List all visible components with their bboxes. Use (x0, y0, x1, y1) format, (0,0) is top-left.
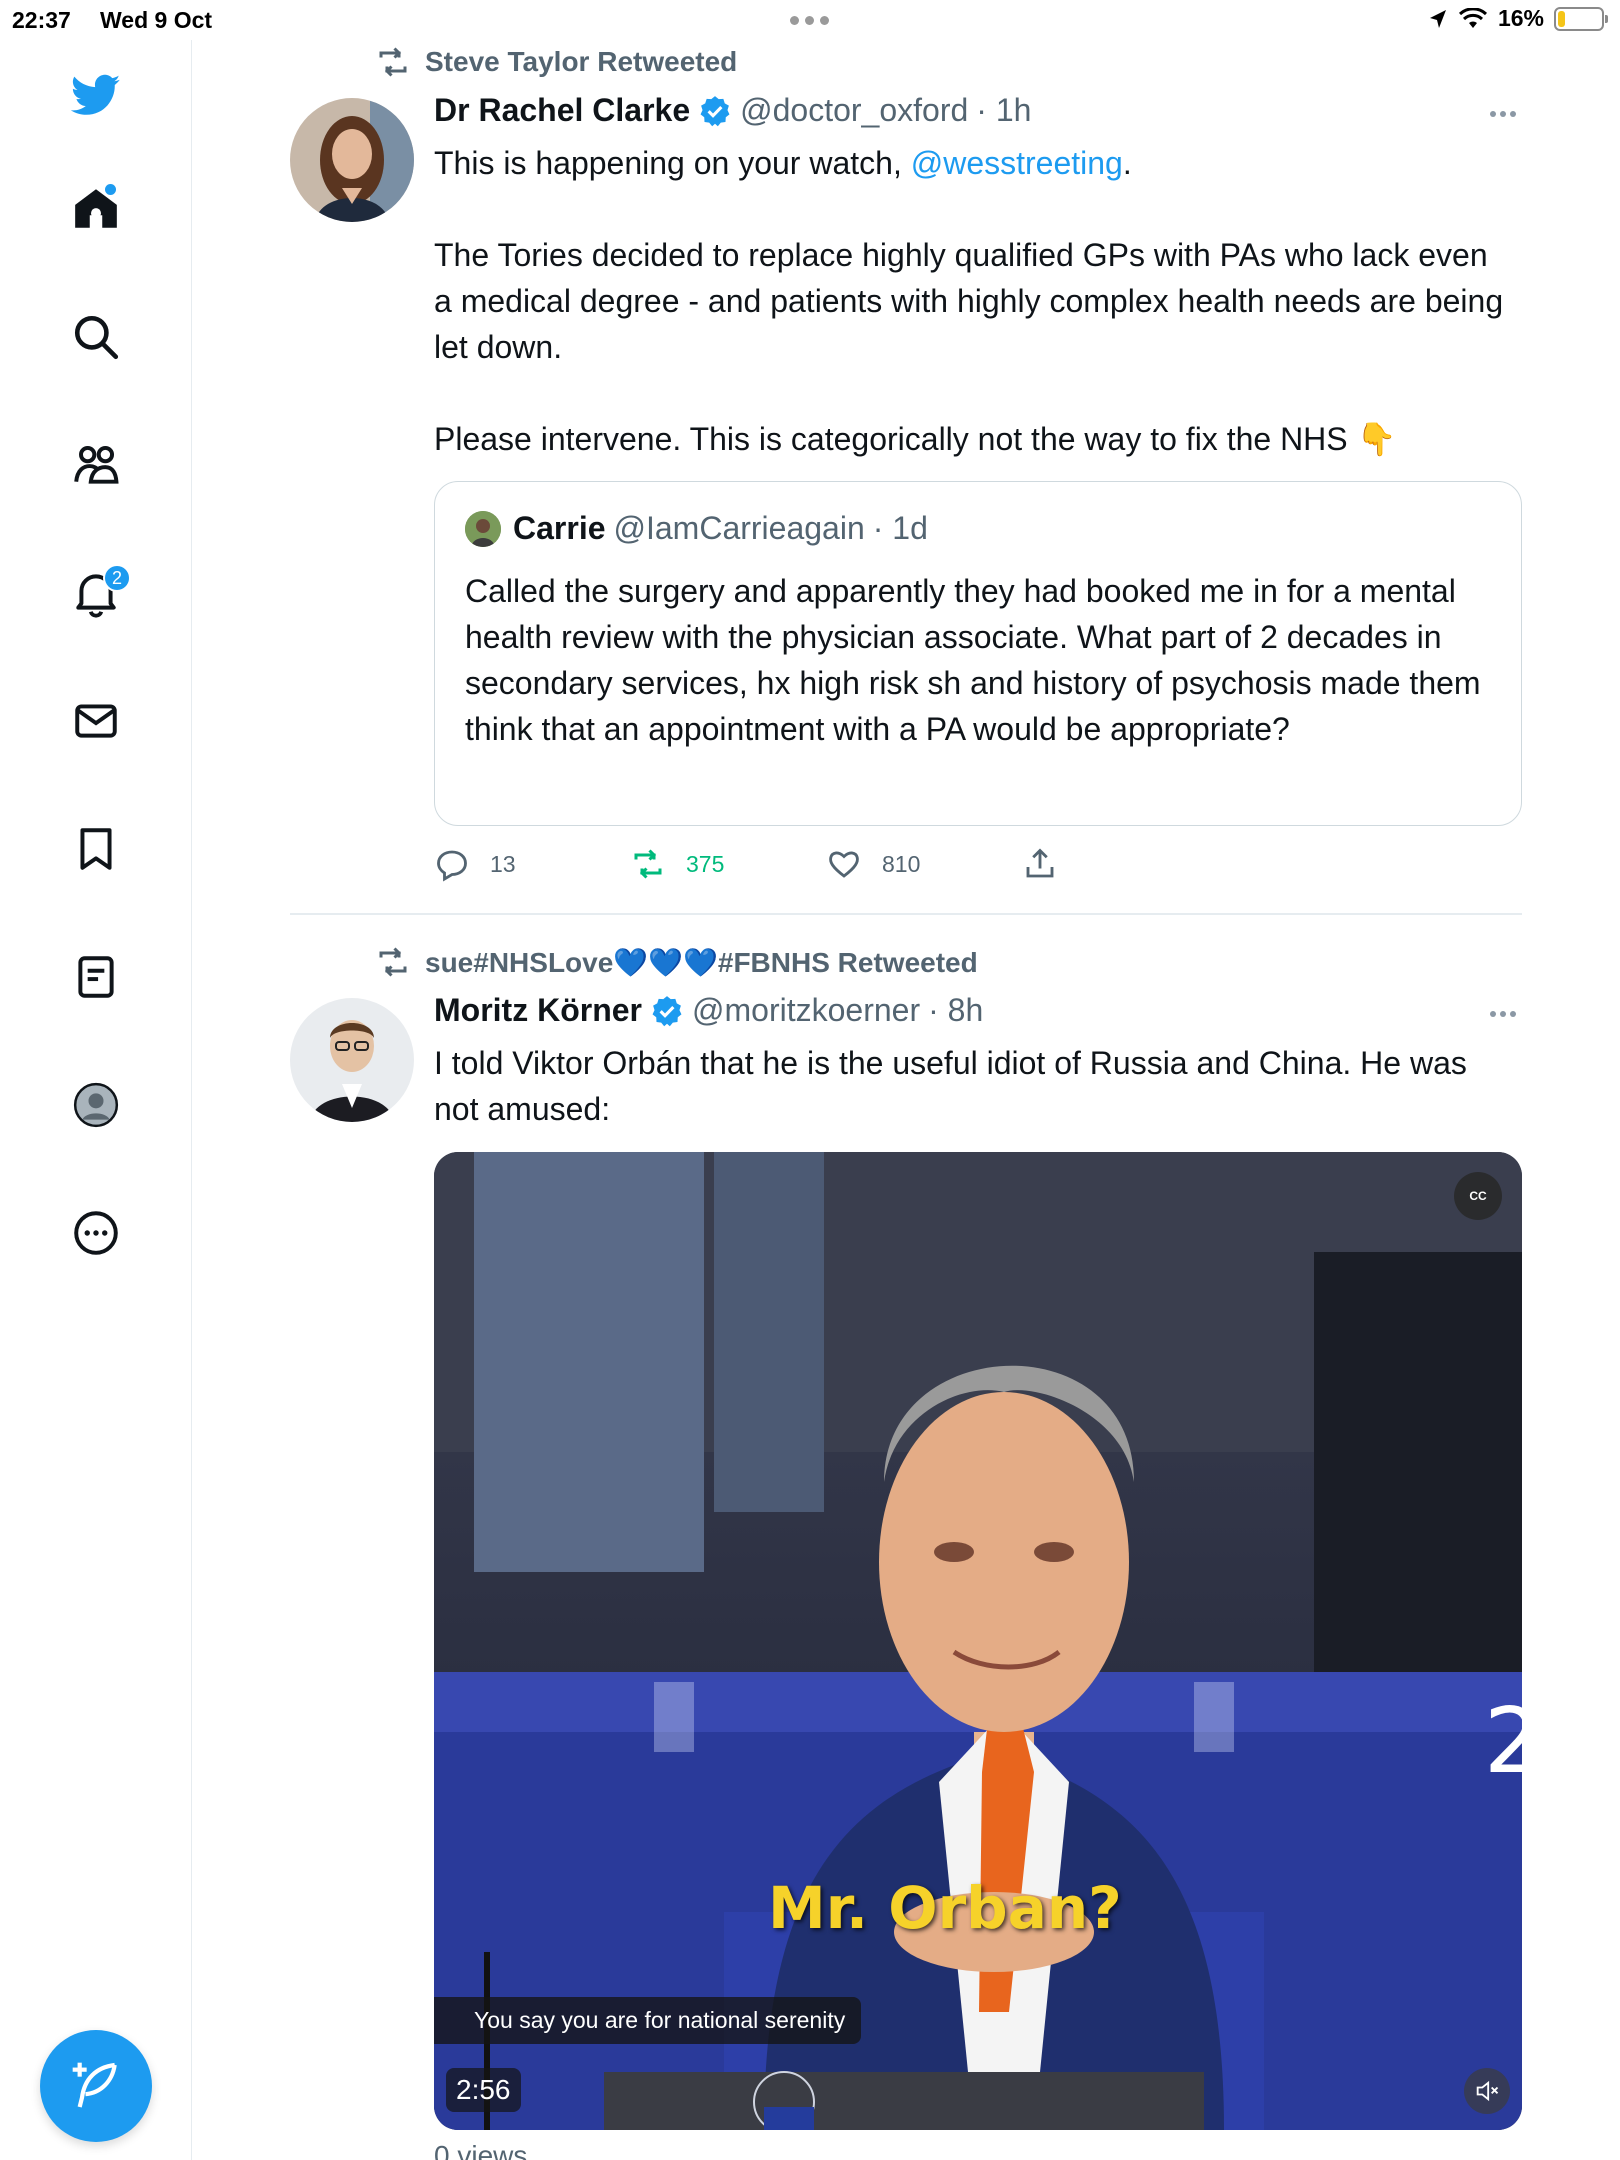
messages-envelope-icon[interactable] (65, 690, 127, 752)
video-caption: You say you are for national serenity (434, 1997, 862, 2044)
retweet-button[interactable]: 375 (630, 846, 724, 882)
avatar[interactable] (290, 98, 414, 222)
tweet-more-icon[interactable] (1490, 111, 1516, 117)
retweeted-by: sue#NHSLove💙💙💙#FBNHS Retweeted (425, 946, 978, 978)
verified-badge-icon (700, 95, 730, 126)
sidebar-nav: 2 (0, 40, 192, 2160)
compose-feather-icon (72, 2062, 117, 2108)
tweet-actions: 13 375 810 (434, 846, 1134, 886)
retweet-icon (634, 849, 662, 879)
multitasking-dots-icon[interactable] (790, 16, 829, 25)
mute-button[interactable] (1464, 2068, 1510, 2114)
share-icon (1026, 848, 1054, 878)
reply-icon (437, 850, 467, 882)
retweet-count: 375 (686, 850, 725, 877)
quoted-tweet-time: · 1d (872, 510, 928, 546)
quoted-author-handle: @IamCarrieagain (613, 510, 865, 546)
tweet-paragraph: The Tories decided to replace highly qua… (434, 237, 1504, 365)
battery-percent: 16% (1497, 5, 1544, 31)
communities-icon[interactable] (65, 434, 127, 496)
compose-button[interactable] (40, 2030, 152, 2142)
author-handle[interactable]: @doctor_oxford (740, 92, 968, 129)
lists-icon[interactable] (65, 946, 127, 1008)
tweet-more-icon[interactable] (1490, 1011, 1516, 1017)
more-options-icon[interactable] (65, 1202, 127, 1264)
home-unread-dot (105, 184, 116, 195)
video-overlay-text: Mr. Orban? (768, 1874, 1122, 1942)
author-name[interactable]: Dr Rachel Clarke (434, 92, 690, 129)
battery-icon (1554, 6, 1608, 31)
like-button[interactable]: 810 (826, 846, 920, 882)
verified-badge-icon (652, 995, 682, 1026)
home-icon[interactable] (65, 178, 127, 240)
quoted-tweet-header: Carrie @IamCarrieagain · 1d (465, 510, 928, 547)
tweet-text-part: This is happening on your watch, (434, 145, 911, 181)
tweet-time: · 8h (928, 992, 984, 1028)
status-bar: 22:37 Wed 9 Oct 16% (0, 0, 1620, 40)
profile-avatar-icon[interactable] (65, 1074, 127, 1136)
notifications-badge: 2 (103, 564, 131, 592)
tweet-time: · 1h (976, 92, 1032, 128)
notifications-bell-icon[interactable]: 2 (65, 562, 131, 624)
search-icon[interactable] (65, 306, 127, 368)
tweet-text: This is happening on your watch, @wesstr… (434, 140, 1514, 462)
video-duration: 2:56 (446, 2068, 521, 2112)
status-date: Wed 9 Oct (100, 7, 213, 33)
mention-link[interactable]: @wesstreeting (911, 145, 1123, 181)
retweet-icon (379, 947, 407, 977)
tweet-paragraph: Please intervene. This is categorically … (434, 421, 1397, 457)
tweet-header: Dr Rachel Clarke @doctor_oxford · 1h (434, 92, 1031, 129)
tweet-text-part: . (1122, 145, 1132, 181)
closed-captions-icon[interactable]: CC (1454, 1172, 1502, 1220)
quoted-tweet-text: Called the surgery and apparently they h… (465, 573, 1481, 747)
author-handle[interactable]: @moritzkoerner (692, 992, 920, 1029)
quoted-author-name: Carrie (513, 510, 606, 546)
wifi-icon (1458, 7, 1487, 28)
speaker-muted-icon (1476, 2080, 1499, 2102)
quoted-avatar (465, 510, 501, 547)
tweet-divider (290, 913, 1522, 915)
tweet-header: Moritz Körner @moritzkoerner · 8h (434, 992, 983, 1029)
twitter-logo-icon[interactable] (65, 64, 127, 126)
avatar[interactable] (290, 998, 414, 1122)
retweet-context[interactable]: sue#NHSLove💙💙💙#FBNHS Retweeted (375, 944, 978, 980)
view-count: 0 views (434, 2140, 528, 2160)
video-player[interactable]: 23 CC You say you are for national seren… (434, 1152, 1522, 2130)
reply-count: 13 (490, 850, 516, 877)
author-name[interactable]: Moritz Körner (434, 992, 642, 1029)
video-frame: 23 (434, 1152, 1522, 2130)
share-button[interactable] (1022, 846, 1058, 882)
status-right: 16% (1428, 5, 1608, 32)
status-time: 22:37 (12, 7, 71, 33)
bookmark-icon[interactable] (65, 818, 127, 880)
location-arrow-icon (1429, 9, 1446, 28)
retweet-context[interactable]: Steve Taylor Retweeted (375, 44, 737, 80)
seat-number: 23 (1484, 1689, 1522, 1794)
quoted-tweet[interactable]: Carrie @IamCarrieagain · 1d Called the s… (434, 481, 1522, 826)
retweeted-by: Steve Taylor Retweeted (425, 46, 738, 77)
retweet-icon (379, 47, 407, 77)
heart-icon (829, 851, 859, 878)
reply-button[interactable]: 13 (434, 846, 516, 882)
tweet-text: I told Viktor Orbán that he is the usefu… (434, 1045, 1467, 1127)
like-count: 810 (882, 850, 921, 877)
